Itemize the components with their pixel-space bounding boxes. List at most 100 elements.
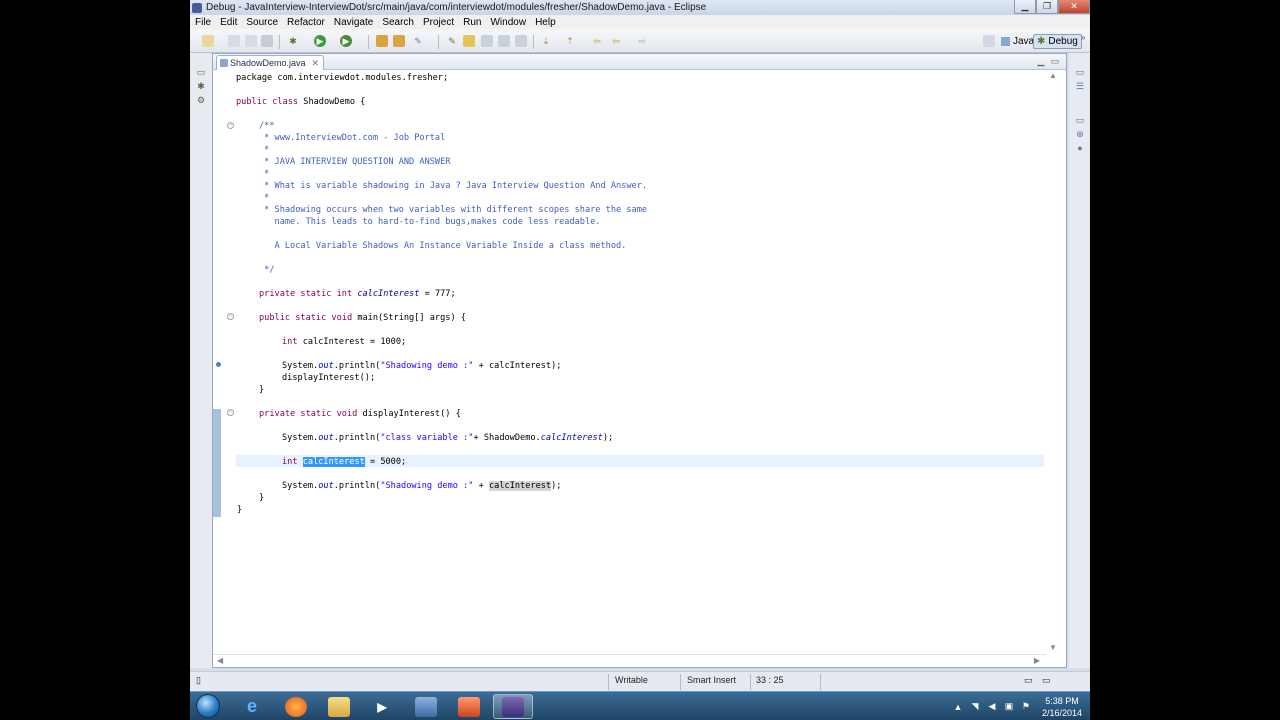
taskbar-file-explorer[interactable] — [319, 694, 359, 719]
menu-window[interactable]: Window — [490, 17, 526, 28]
restore-view-icon[interactable]: ▭ — [1075, 67, 1085, 77]
editor-view-controls: ▁ ▭ — [1032, 56, 1060, 66]
maximize-editor-icon[interactable]: ▭ — [1050, 56, 1060, 66]
previous-annotation-icon[interactable]: ⇡ — [564, 35, 576, 47]
change-ruler-mark — [213, 409, 221, 517]
last-edit-icon[interactable]: ⇦ — [591, 35, 603, 47]
fast-view-icon[interactable]: ▯ — [196, 675, 201, 686]
taskbar-eclipse[interactable] — [493, 694, 533, 719]
new-package-icon[interactable] — [393, 35, 405, 47]
code-token: ); — [551, 481, 562, 491]
open-perspective-icon[interactable] — [983, 35, 995, 47]
taskbar-presentation[interactable] — [449, 694, 489, 719]
heap-status-icon[interactable]: ▭ — [1042, 675, 1051, 686]
debug-icon[interactable]: ✱ — [287, 35, 299, 47]
java-perspective-button[interactable]: Java — [998, 34, 1037, 49]
menu-source[interactable]: Source — [246, 17, 278, 28]
more-perspectives-icon[interactable]: » — [1081, 33, 1085, 42]
external-tools-icon[interactable]: ▶ — [340, 35, 352, 47]
fold-toggle-icon[interactable]: − — [227, 409, 234, 416]
tab-label: ShadowDemo.java — [230, 58, 306, 68]
scroll-right-icon[interactable]: ▶ — [1034, 656, 1040, 665]
class-decl: ShadowDemo { — [298, 97, 366, 107]
scroll-left-icon[interactable]: ◀ — [217, 656, 223, 665]
servers-view-icon[interactable]: ⚙ — [196, 95, 206, 105]
save-icon[interactable] — [228, 35, 240, 47]
volume-icon[interactable]: ◀ — [987, 701, 997, 712]
menu-help[interactable]: Help — [535, 17, 556, 28]
show-source-icon[interactable] — [515, 35, 527, 47]
horizontal-scrollbar[interactable]: ◀ ▶ — [213, 654, 1046, 667]
code-token: + — [473, 481, 489, 491]
scroll-up-icon[interactable]: ▲ — [1049, 71, 1057, 80]
system-tray: ▲ ◥ ◀ ▣ ⚑ 5:38 PM 2/16/2014 — [953, 694, 1082, 719]
restore-view-icon[interactable]: ▭ — [1075, 115, 1085, 125]
internet-explorer-icon: e — [246, 696, 257, 716]
code-token: System. — [282, 481, 319, 491]
close-tab-icon[interactable]: ✕ — [312, 58, 320, 69]
code-line: private static int calcInterest = 777; — [259, 288, 456, 300]
debug-view-icon[interactable]: ✱ — [196, 81, 206, 91]
menu-file[interactable]: File — [195, 17, 211, 28]
menu-navigate[interactable]: Navigate — [334, 17, 373, 28]
menu-project[interactable]: Project — [423, 17, 454, 28]
run-icon[interactable]: ▶ — [314, 35, 326, 47]
restore-button[interactable]: ❐ — [1036, 0, 1058, 14]
mark-occurrences-icon[interactable] — [463, 35, 475, 47]
taskbar-save-app[interactable] — [406, 694, 446, 719]
clock-date: 2/16/2014 — [1041, 707, 1082, 718]
fold-toggle-icon[interactable]: − — [227, 313, 234, 320]
code-area[interactable]: package com.interviewdot.modules.fresher… — [236, 71, 1046, 651]
tab-shadowdemo-java[interactable]: ShadowDemo.java ✕ — [216, 55, 325, 70]
code-token: .println( — [333, 481, 381, 491]
system-clock[interactable]: 5:38 PM 2/16/2014 — [1042, 695, 1082, 719]
menu-refactor[interactable]: Refactor — [287, 17, 325, 28]
taskbar-media-player[interactable]: ▶ — [362, 694, 402, 719]
action-center-icon[interactable]: ⚑ — [1021, 701, 1031, 712]
variables-view-icon[interactable]: ⊗ — [1075, 129, 1085, 139]
taskbar-internet-explorer[interactable]: e — [232, 694, 272, 719]
minimize-button[interactable]: ▁ — [1014, 0, 1036, 14]
toggle-breadcrumb-icon[interactable]: ✎ — [446, 35, 458, 47]
new-java-project-icon[interactable] — [376, 35, 388, 47]
minimize-editor-icon[interactable]: ▁ — [1036, 56, 1046, 66]
save-all-icon[interactable] — [245, 35, 257, 47]
next-annotation-icon[interactable]: ⇣ — [540, 35, 552, 47]
vertical-scrollbar[interactable]: ▲ ▼ — [1046, 71, 1066, 652]
breakpoints-view-icon[interactable]: ● — [1075, 143, 1085, 153]
block-selection-icon[interactable] — [498, 35, 510, 47]
scroll-down-icon[interactable]: ▼ — [1049, 643, 1057, 652]
print-icon[interactable] — [261, 35, 273, 47]
fold-toggle-icon[interactable]: − — [227, 122, 234, 129]
menu-edit[interactable]: Edit — [220, 17, 237, 28]
progress-icon[interactable]: ▭ — [1024, 675, 1033, 686]
show-whitespace-icon[interactable] — [481, 35, 493, 47]
new-icon[interactable] — [202, 35, 214, 47]
code-line: public static void main(String[] args) { — [259, 312, 466, 324]
debug-perspective-button[interactable]: ✱ Debug — [1033, 34, 1082, 49]
open-type-icon[interactable]: ✎ — [412, 35, 424, 47]
close-button[interactable]: ✕ — [1058, 0, 1090, 14]
back-icon[interactable]: ⇦ — [610, 35, 622, 47]
menu-search[interactable]: Search — [382, 17, 414, 28]
selected-text[interactable]: calcInterest — [302, 457, 365, 467]
forward-icon[interactable]: ⇨ — [636, 35, 648, 47]
show-hidden-icons-icon[interactable]: ▲ — [953, 702, 963, 712]
annotation-ruler — [213, 71, 223, 651]
code-line: displayInterest(); — [282, 373, 376, 383]
restore-view-icon[interactable]: ▭ — [196, 67, 206, 77]
breakpoint-marker-icon[interactable] — [216, 362, 221, 367]
wifi-icon[interactable]: ◥ — [970, 701, 980, 712]
code-token: ); — [602, 433, 614, 443]
menu-run[interactable]: Run — [463, 17, 481, 28]
start-button[interactable] — [196, 694, 220, 718]
code-line: } — [259, 493, 265, 503]
editor-tab-bar: ShadowDemo.java ✕ ▁ ▭ — [213, 54, 1066, 70]
network-icon[interactable]: ▣ — [1004, 701, 1014, 712]
code-token: + ShadowDemo. — [473, 433, 541, 443]
java-file-icon — [220, 59, 228, 67]
taskbar-firefox[interactable] — [276, 694, 316, 719]
eclipse-app-icon — [192, 2, 202, 13]
menu-bar: File Edit Source Refactor Navigate Searc… — [190, 15, 1090, 29]
outline-view-icon[interactable]: ☰ — [1075, 81, 1085, 91]
